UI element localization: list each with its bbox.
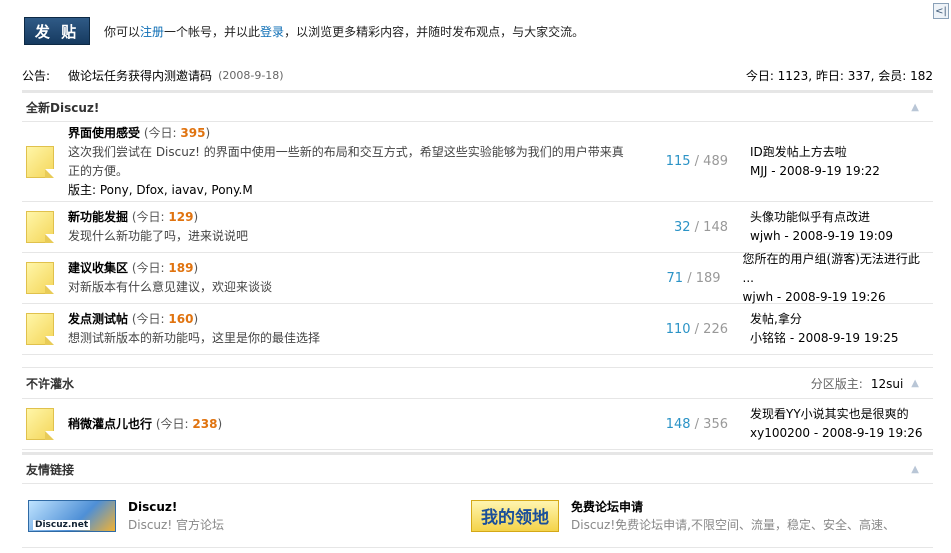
category-section: 不许灌水 分区版主: 12sui ▲ 稍微灌点儿也行 (今日: 238) 148 … xyxy=(22,367,933,450)
forum-folder-icon xyxy=(26,145,54,178)
forum-counts: 71 / 189 xyxy=(666,270,721,286)
login-link[interactable]: 登录 xyxy=(260,25,284,39)
friend-link[interactable]: Discuz.net Discuz! Discuz! 官方论坛 xyxy=(22,498,471,534)
last-post-title[interactable]: 发现看YY小说其实也是很爽的 xyxy=(750,407,909,421)
last-post-title[interactable]: 发帖,拿分 xyxy=(750,312,802,326)
my-territory-logo[interactable]: 我的领地 xyxy=(471,499,559,532)
forum-folder-icon xyxy=(26,262,54,294)
last-post-title[interactable]: ID跑发帖上方去啦 xyxy=(750,145,847,159)
last-post-author: wjwh - 2008-9-19 19:09 xyxy=(750,229,894,243)
forum-description: 发现什么新功能了吗，进来说说吧 xyxy=(68,229,249,243)
forum-last-post: 您所在的用户组(游客)无法进行此 ... wjwh - 2008-9-19 19… xyxy=(743,250,933,307)
forum-counts: 115 / 489 xyxy=(665,154,728,169)
forum-info: 发点测试帖 (今日: 160) 想测试新版本的新功能吗，这里是你的最佳选择 xyxy=(68,310,628,348)
friend-link-desc: Discuz!免费论坛申请,不限空间、流量，稳定、安全、高速、 xyxy=(571,517,895,532)
forum-last-post: 发现看YY小说其实也是很爽的 xy100200 - 2008-9-19 19:2… xyxy=(750,405,922,443)
announcement-bar: 公告: 做论坛任务获得内测邀请码 (2008-9-18) 今日: 1123, 昨… xyxy=(22,66,933,84)
friend-links-section: 友情链接 ▲ Discuz.net Discuz! Discuz! 官方论坛 我… xyxy=(22,452,933,548)
forum-folder-icon xyxy=(26,313,54,345)
forum-name[interactable]: 稍微灌点儿也行 xyxy=(68,417,152,431)
forum-info: 稍微灌点儿也行 (今日: 238) xyxy=(68,415,628,434)
category-header: 不许灌水 分区版主: 12sui ▲ xyxy=(22,367,933,399)
forum-info: 新功能发掘 (今日: 129) 发现什么新功能了吗，进来说说吧 xyxy=(68,208,628,246)
forum-info: 界面使用感受 (今日: 395) 这次我们尝试在 Discuz! 的界面中使用一… xyxy=(68,124,628,200)
forum-last-post: 发帖,拿分 小铭铭 - 2008-9-19 19:25 xyxy=(750,310,898,348)
forum-moderators: 版主: Pony, Dfox, iavav, Pony.M xyxy=(68,182,253,197)
welcome-text-2: 一个帐号，并以此 xyxy=(164,24,261,39)
category-header: 友情链接 ▲ xyxy=(22,452,933,484)
friend-link[interactable]: 我的领地 免费论坛申请 Discuz!免费论坛申请,不限空间、流量，稳定、安全、… xyxy=(471,498,920,534)
moderator-link[interactable]: 12sui xyxy=(871,377,903,391)
last-post-title[interactable]: 头像功能似乎有点改进 xyxy=(750,210,870,224)
last-post-author: MJJ - 2008-9-19 19:22 xyxy=(750,163,880,178)
friend-link-name[interactable]: 免费论坛申请 xyxy=(571,498,895,516)
announcement-label: 公告: xyxy=(22,68,51,83)
forum-folder-icon xyxy=(26,408,54,440)
forum-row: 新功能发掘 (今日: 129) 发现什么新功能了吗，进来说说吧 32 / 148… xyxy=(22,202,933,253)
chevron-up-icon[interactable]: ▲ xyxy=(911,102,919,113)
friend-link-desc: Discuz! 官方论坛 xyxy=(128,517,224,532)
collapse-sidebar-icon[interactable]: <| xyxy=(933,3,949,19)
forum-row: 稍微灌点儿也行 (今日: 238) 148 / 356 发现看YY小说其实也是很… xyxy=(22,399,933,450)
category-moderator: 分区版主: 12sui xyxy=(810,376,904,391)
friend-links-row: Discuz.net Discuz! Discuz! 官方论坛 我的领地 免费论… xyxy=(22,484,933,548)
site-stats: 今日: 1123, 昨日: 337, 会员: 182 xyxy=(745,68,933,83)
discuz-logo[interactable]: Discuz.net xyxy=(28,499,116,532)
forum-description: 想测试新版本的新功能吗，这里是你的最佳选择 xyxy=(68,331,321,345)
last-post-title[interactable]: 您所在的用户组(游客)无法进行此 ... xyxy=(743,252,920,285)
forum-last-post: ID跑发帖上方去啦 MJJ - 2008-9-19 19:22 xyxy=(750,143,880,181)
forum-info: 建议收集区 (今日: 189) 对新版本有什么意见建议，欢迎来谈谈 xyxy=(68,259,622,297)
forum-name[interactable]: 新功能发掘 xyxy=(68,210,128,224)
chevron-up-icon[interactable]: ▲ xyxy=(911,464,919,475)
top-bar: 发 贴 你可以注册一个帐号，并以此登录，以浏览更多精彩内容，并随时发布观点，与大… xyxy=(24,16,584,46)
last-post-author: wjwh - 2008-9-19 19:26 xyxy=(742,289,886,304)
forum-name[interactable]: 建议收集区 xyxy=(68,261,128,275)
category-header: 全新Discuz! ▲ xyxy=(22,90,933,122)
forum-name[interactable]: 界面使用感受 xyxy=(68,126,140,140)
category-title[interactable]: 不许灌水 xyxy=(26,375,74,392)
forum-folder-icon xyxy=(26,211,54,243)
chevron-up-icon[interactable]: ▲ xyxy=(911,378,919,389)
forum-counts: 110 / 226 xyxy=(665,321,728,337)
forum-today-count: (今日: 160) xyxy=(131,312,199,326)
forum-counts: 32 / 148 xyxy=(673,219,728,235)
forum-description: 对新版本有什么意见建议，欢迎来谈谈 xyxy=(68,280,273,294)
forum-counts: 148 / 356 xyxy=(665,416,728,432)
category-title[interactable]: 全新Discuz! xyxy=(26,99,99,116)
welcome-text-3: ，以浏览更多精彩内容，并随时发布观点，与大家交流。 xyxy=(284,24,585,39)
register-link[interactable]: 注册 xyxy=(140,25,164,39)
welcome-message: 你可以注册一个帐号，并以此登录，以浏览更多精彩内容，并随时发布观点，与大家交流。 xyxy=(104,23,584,40)
last-post-author: xy100200 - 2008-9-19 19:26 xyxy=(750,426,923,440)
category-section: 全新Discuz! ▲ 界面使用感受 (今日: 395) 这次我们尝试在 Dis… xyxy=(22,90,933,355)
forum-today-count: (今日: 189) xyxy=(131,261,199,275)
welcome-text-1: 你可以 xyxy=(104,24,141,39)
forum-row: 界面使用感受 (今日: 395) 这次我们尝试在 Discuz! 的界面中使用一… xyxy=(22,122,933,202)
announcement-date: (2008-9-18) xyxy=(218,68,284,82)
forum-name[interactable]: 发点测试帖 xyxy=(68,312,128,326)
new-post-button[interactable]: 发 贴 xyxy=(24,17,90,45)
last-post-author: 小铭铭 - 2008-9-19 19:25 xyxy=(750,331,899,345)
forum-today-count: (今日: 238) xyxy=(155,416,223,431)
forum-today-count: (今日: 395) xyxy=(143,125,211,140)
forum-today-count: (今日: 129) xyxy=(131,210,199,224)
forum-row: 建议收集区 (今日: 189) 对新版本有什么意见建议，欢迎来谈谈 71 / 1… xyxy=(22,250,933,307)
friend-links-title: 友情链接 xyxy=(26,462,75,477)
forum-description: 这次我们尝试在 Discuz! 的界面中使用一些新的布局和交互方式，希望这些实验… xyxy=(68,144,624,178)
forum-row: 发点测试帖 (今日: 160) 想测试新版本的新功能吗，这里是你的最佳选择 11… xyxy=(22,304,933,355)
announcement-link[interactable]: 做论坛任务获得内测邀请码 xyxy=(68,67,212,84)
forum-last-post: 头像功能似乎有点改进 wjwh - 2008-9-19 19:09 xyxy=(750,208,893,246)
friend-link-name[interactable]: Discuz! xyxy=(128,498,224,516)
